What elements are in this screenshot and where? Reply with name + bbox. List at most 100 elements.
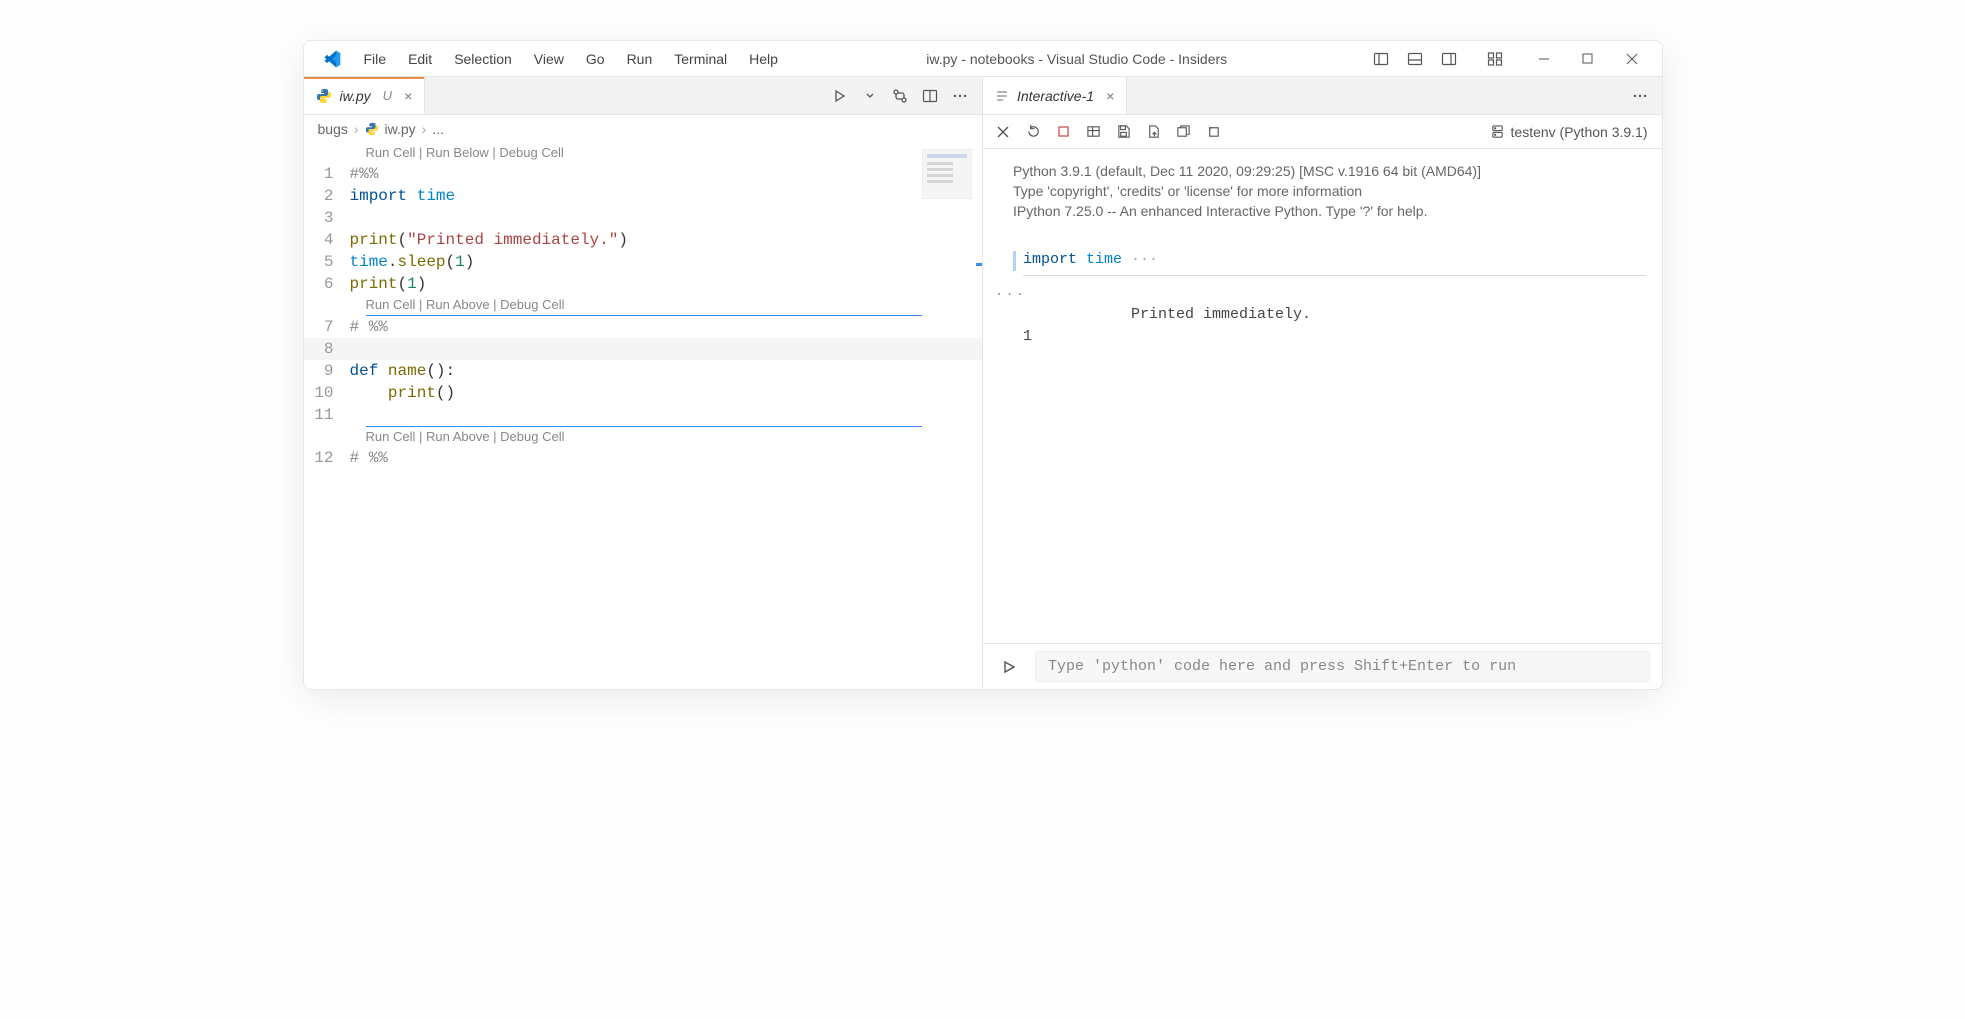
- layout-panel-left-icon[interactable]: [1366, 45, 1396, 73]
- breadcrumb-file[interactable]: iw.py: [385, 121, 416, 137]
- code-text: ): [465, 253, 475, 271]
- menu-terminal[interactable]: Terminal: [664, 47, 737, 71]
- python-banner: Python 3.9.1 (default, Dec 11 2020, 09:2…: [1013, 161, 1646, 221]
- codelens-cell1[interactable]: Run Cell | Run Below | Debug Cell: [304, 143, 983, 163]
- menu-go[interactable]: Go: [576, 47, 615, 71]
- executed-cell-code[interactable]: import time ···: [1023, 249, 1646, 276]
- code-text: #%%: [350, 165, 379, 183]
- editor-pane-left: iw.py U × bugs › iw.p: [304, 77, 984, 689]
- kernel-name: testenv (Python 3.9.1): [1511, 124, 1648, 140]
- menu-selection[interactable]: Selection: [444, 47, 522, 71]
- code-text: "Printed immediately.": [407, 231, 618, 249]
- kernel-selector[interactable]: testenv (Python 3.9.1): [1490, 124, 1656, 140]
- expand-all-button[interactable]: [1169, 118, 1197, 146]
- breadcrumb[interactable]: bugs › iw.py › ...: [304, 115, 983, 143]
- run-all-button[interactable]: [826, 82, 854, 110]
- layout-panel-right-icon[interactable]: [1434, 45, 1464, 73]
- cell-output: ···Printed immediately. 1: [1023, 282, 1646, 348]
- codelens-cell2[interactable]: Run Cell | Run Above | Debug Cell: [304, 295, 983, 315]
- interactive-pane: Interactive-1 × t: [983, 77, 1662, 689]
- python-file-icon: [365, 122, 379, 136]
- code-text: ():: [426, 362, 455, 380]
- chevron-right-icon: ›: [422, 121, 427, 137]
- layout-customize-icon[interactable]: [1480, 45, 1510, 73]
- split-editor-icon[interactable]: [916, 82, 944, 110]
- editor-tab-actions: [818, 77, 982, 114]
- breadcrumb-folder[interactable]: bugs: [318, 121, 348, 137]
- menu-file[interactable]: File: [354, 47, 397, 71]
- output-marker-icon[interactable]: ···: [995, 284, 1026, 306]
- code-text: time: [417, 187, 455, 205]
- save-button[interactable]: [1109, 118, 1137, 146]
- interactive-window-icon: [995, 89, 1009, 103]
- code-text: def: [350, 362, 379, 380]
- window-close-button[interactable]: [1612, 43, 1652, 75]
- line-number: 12: [304, 447, 350, 469]
- code-text: name: [388, 362, 426, 380]
- interrupt-kernel-button[interactable]: [1049, 118, 1077, 146]
- compare-changes-icon[interactable]: [886, 82, 914, 110]
- code-text: # %%: [350, 318, 388, 336]
- interactive-toolbar: testenv (Python 3.9.1): [983, 115, 1662, 149]
- run-input-button[interactable]: [995, 653, 1023, 681]
- code-text: (: [398, 231, 408, 249]
- line-number: 9: [304, 360, 350, 382]
- line-number: 11: [304, 404, 350, 426]
- code-text: 1: [455, 253, 465, 271]
- export-button[interactable]: [1139, 118, 1167, 146]
- code-text: [350, 384, 388, 402]
- tab-name: Interactive-1: [1017, 88, 1094, 104]
- code-editor[interactable]: Run Cell | Run Below | Debug Cell 1#%% 2…: [304, 143, 983, 689]
- tab-filename: iw.py: [340, 88, 371, 104]
- tab-iwpy[interactable]: iw.py U ×: [304, 77, 426, 114]
- window-title: iw.py - notebooks - Visual Studio Code -…: [788, 51, 1366, 67]
- window-maximize-button[interactable]: [1568, 43, 1608, 75]
- breadcrumb-tail[interactable]: ...: [432, 121, 444, 137]
- layout-panel-bottom-icon[interactable]: [1400, 45, 1430, 73]
- run-dropdown-icon[interactable]: [856, 82, 884, 110]
- code-text: ): [417, 275, 427, 293]
- code-text: import: [1023, 251, 1077, 268]
- code-text: (: [398, 275, 408, 293]
- tab-interactive[interactable]: Interactive-1 ×: [983, 77, 1127, 114]
- minimap[interactable]: [922, 149, 972, 199]
- tab-close-button[interactable]: ×: [400, 88, 412, 104]
- overview-ruler-mark: [976, 263, 982, 266]
- window-minimize-button[interactable]: [1524, 43, 1564, 75]
- interactive-input-row: Type 'python' code here and press Shift+…: [983, 643, 1662, 689]
- tab-close-button[interactable]: ×: [1102, 88, 1114, 104]
- menu-view[interactable]: View: [524, 47, 574, 71]
- interactive-input[interactable]: Type 'python' code here and press Shift+…: [1035, 651, 1650, 682]
- python-file-icon: [316, 88, 332, 104]
- interactive-output[interactable]: Python 3.9.1 (default, Dec 11 2020, 09:2…: [983, 149, 1662, 643]
- codelens-cell3[interactable]: Run Cell | Run Above | Debug Cell: [304, 427, 983, 447]
- tab-modified-marker: U: [379, 88, 392, 103]
- line-number: 10: [304, 382, 350, 404]
- code-text: ): [618, 231, 628, 249]
- menu-help[interactable]: Help: [739, 47, 788, 71]
- vscode-logo-icon: [320, 47, 344, 71]
- title-bar: File Edit Selection View Go Run Terminal…: [304, 41, 1662, 77]
- menu-run[interactable]: Run: [617, 47, 663, 71]
- ellipsis-icon[interactable]: ···: [1122, 251, 1158, 268]
- menu-bar: File Edit Selection View Go Run Terminal…: [354, 47, 788, 71]
- code-text: time: [1086, 251, 1122, 268]
- line-number: 5: [304, 251, 350, 273]
- clear-all-button[interactable]: [989, 118, 1017, 146]
- line-number: 3: [304, 207, 350, 229]
- restart-kernel-button[interactable]: [1019, 118, 1047, 146]
- more-actions-icon[interactable]: [946, 82, 974, 110]
- line-number: 4: [304, 229, 350, 251]
- menu-edit[interactable]: Edit: [398, 47, 442, 71]
- code-text: print: [350, 275, 398, 293]
- variables-button[interactable]: [1079, 118, 1107, 146]
- title-bar-controls: [1366, 43, 1656, 75]
- server-icon: [1490, 124, 1505, 139]
- editor-tabs-left: iw.py U ×: [304, 77, 983, 115]
- code-text: # %%: [350, 449, 388, 467]
- collapse-all-button[interactable]: [1199, 118, 1227, 146]
- more-actions-icon[interactable]: [1626, 82, 1654, 110]
- code-text: 1: [407, 275, 417, 293]
- editor-tabs-right: Interactive-1 ×: [983, 77, 1662, 115]
- code-text: print: [388, 384, 436, 402]
